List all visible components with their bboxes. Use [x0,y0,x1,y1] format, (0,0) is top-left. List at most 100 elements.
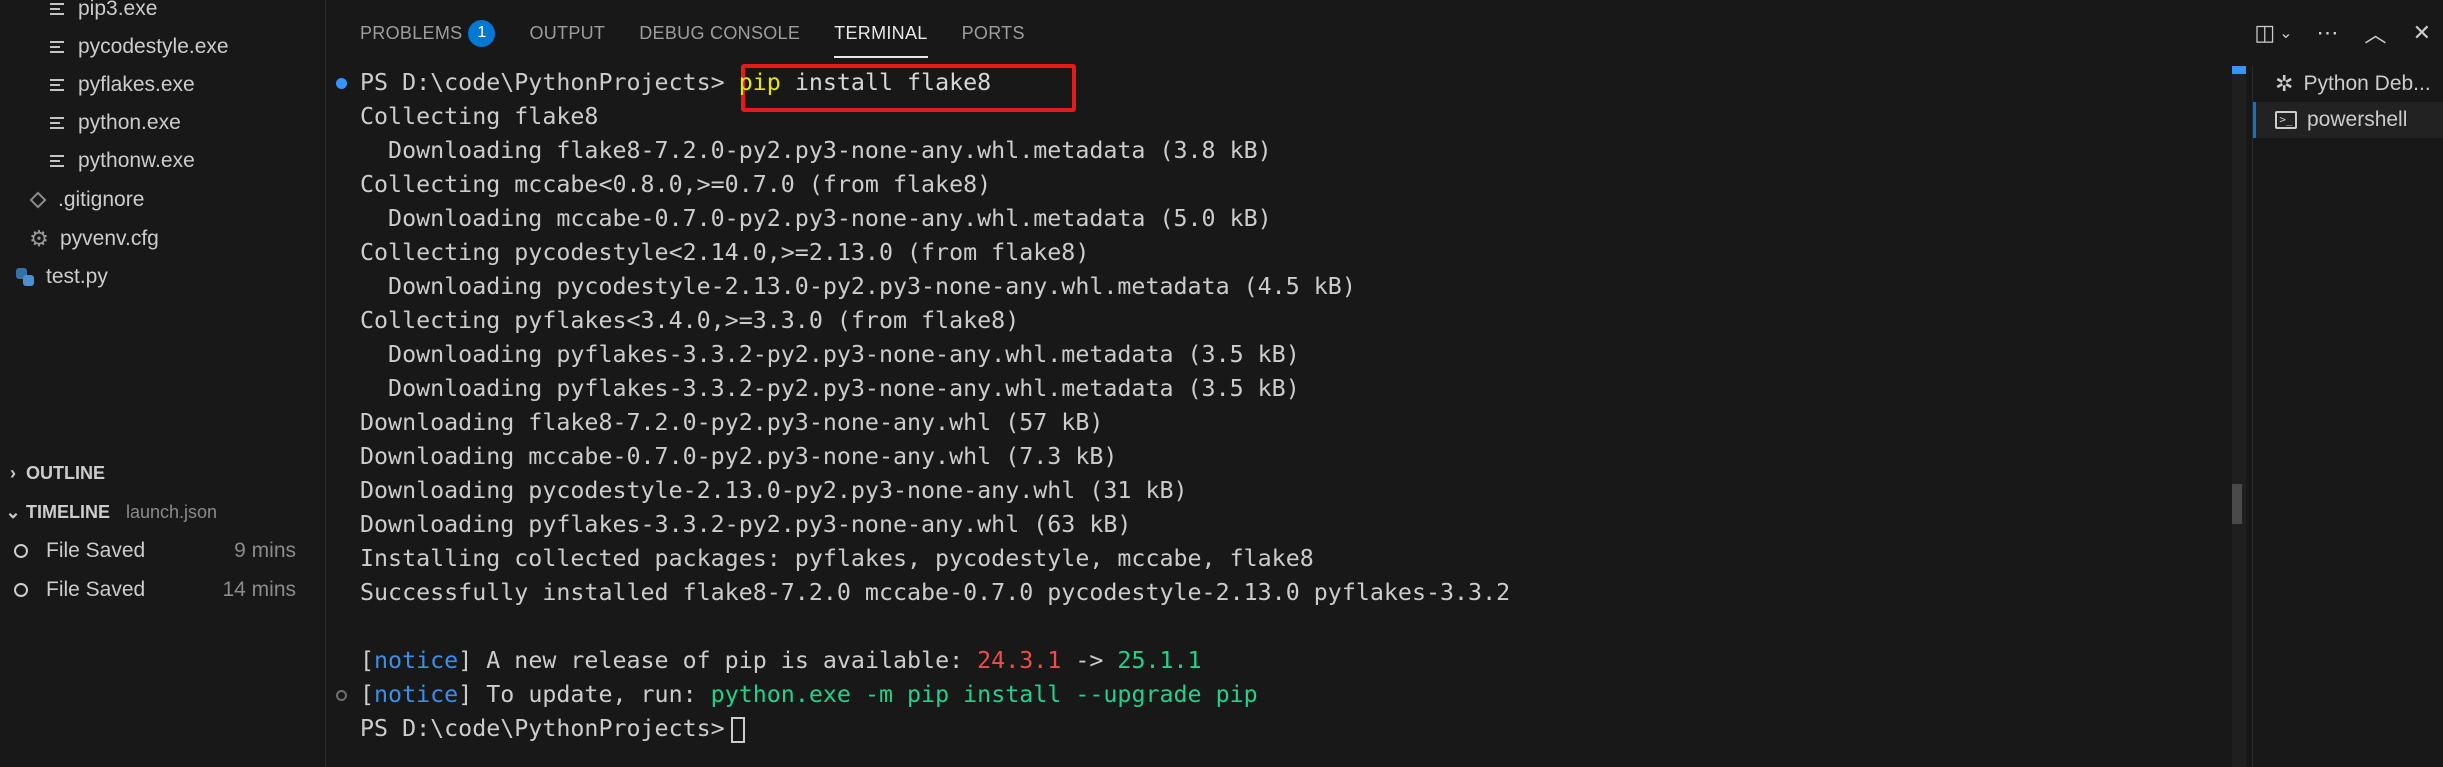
panel-tabs: PROBLEMS 1 OUTPUT DEBUG CONSOLE TERMINAL… [326,0,1025,66]
prompt: PS D:\code\PythonProjects> [360,715,725,742]
notice-line: [notice] To update, run: python.exe -m p… [360,681,1258,708]
file-item[interactable]: .gitignore [29,183,145,217]
file-lines-icon [50,1,64,17]
timeline-label: File Saved [46,539,146,562]
circle-icon [14,544,28,558]
output-line: Installing collected packages: pyflakes,… [360,545,1314,572]
tab-output[interactable]: OUTPUT [529,0,605,66]
terminal-item-label: Python Deb... [2303,72,2431,95]
tab-ports[interactable]: PORTS [962,0,1025,66]
timeline-section-header[interactable]: ⌄ TIMELINE launch.json [0,495,326,529]
file-item[interactable]: pythonw.exe [50,144,195,178]
outline-label: OUTLINE [26,462,105,483]
file-name: pycodestyle.exe [78,35,229,58]
file-name: test.py [46,265,108,288]
output-line: Downloading pycodestyle-2.13.0-py2.py3-n… [360,273,1356,300]
new-version: 25.1.1 [1117,647,1202,674]
tab-terminal[interactable]: TERMINAL [834,0,929,66]
timeline-label: File Saved [46,578,146,601]
file-item[interactable]: pyflakes.exe [50,68,195,102]
problems-badge: 1 [468,19,496,47]
tab-label: DEBUG CONSOLE [639,22,801,43]
split-terminal-icon[interactable]: ◫ [2254,20,2275,46]
output-line: Downloading mccabe-0.7.0-py2.py3-none-an… [360,205,1272,232]
timeline-item[interactable]: File Saved 9 mins [0,533,326,569]
tab-label: OUTPUT [529,22,606,43]
tab-label: PORTS [961,22,1025,43]
timeline-time: 9 mins [234,539,296,562]
final-prompt-line: PS D:\code\PythonProjects> [360,712,745,746]
tab-debug-console[interactable]: DEBUG CONSOLE [639,0,800,66]
file-item[interactable]: ⚙ pyvenv.cfg [28,222,159,256]
file-item[interactable]: python.exe [50,106,181,140]
file-item[interactable]: pip3.exe [50,0,157,26]
tab-label: TERMINAL [834,22,928,43]
file-item[interactable]: pycodestyle.exe [50,30,229,64]
scrollbar-indicator [2232,66,2246,74]
outline-section-header[interactable]: › OUTLINE [0,456,326,490]
terminal-output[interactable]: PS D:\code\PythonProjects> pip install f… [326,64,2246,767]
file-name: pythonw.exe [78,149,195,172]
output-line: Downloading pyflakes-3.3.2-py2.py3-none-… [360,375,1300,402]
terminal-item-python-debug[interactable]: ✲ Python Deb... [2253,66,2443,102]
prompt: PS D:\code\PythonProjects> [360,69,725,96]
timeline-item[interactable]: File Saved 14 mins [0,572,326,608]
gear-icon: ⚙ [29,226,49,251]
chevron-down-icon: ⌄ [5,501,21,522]
file-lines-icon [50,153,64,169]
file-lines-icon [50,77,64,93]
output-line: Collecting mccabe<0.8.0,>=0.7.0 (from fl… [360,171,992,198]
old-version: 24.3.1 [977,647,1062,674]
file-name: pyflakes.exe [78,73,195,96]
explorer-sidebar: pip3.exe pycodestyle.exe pyflakes.exe py… [0,0,326,767]
output-line: Downloading pyflakes-3.3.2-py2.py3-none-… [360,341,1300,368]
terminal-cursor [730,716,745,743]
terminal-scrollbar[interactable] [2232,66,2246,767]
output-line: Downloading pycodestyle-2.13.0-py2.py3-n… [360,477,1188,504]
notice-line: [notice] A new release of pip is availab… [360,647,1202,674]
notice-text: To update, run: [472,681,711,708]
timeline-time: 14 mins [222,578,296,601]
command-success-dot [336,78,347,89]
notice-text: A new release of pip is available: [472,647,978,674]
arrow: -> [1061,647,1118,674]
output-line: Downloading flake8-7.2.0-py2.py3-none-an… [360,409,1104,436]
file-name: pyvenv.cfg [60,227,159,250]
gitignore-icon [29,191,47,209]
chevron-right-icon: › [10,462,16,483]
command-args: install flake8 [780,69,992,96]
maximize-icon[interactable]: ︿ [2365,17,2387,49]
file-name: .gitignore [58,188,145,211]
tab-label: PROBLEMS [360,22,463,43]
notice-tag: notice [374,647,459,674]
output-line: Collecting flake8 [360,103,599,130]
terminal-list: ✲ Python Deb... >_ powershell [2252,66,2443,767]
python-icon [16,268,34,286]
timeline-file: launch.json [126,501,218,522]
file-item[interactable]: test.py [16,260,108,294]
output-line: Successfully installed flake8-7.2.0 mcca… [360,579,1511,606]
upgrade-command: python.exe -m pip install --upgrade pip [710,681,1258,708]
notice-tag: notice [374,681,459,708]
command-pending-dot [336,690,347,701]
terminal-item-powershell[interactable]: >_ powershell [2253,102,2443,138]
file-lines-icon [50,39,64,55]
prompt-line: PS D:\code\PythonProjects> pip install f… [360,66,991,100]
output-line: Downloading mccabe-0.7.0-py2.py3-none-an… [360,443,1118,470]
tab-problems[interactable]: PROBLEMS 1 [360,0,496,66]
output-line: Downloading flake8-7.2.0-py2.py3-none-an… [360,137,1272,164]
file-name: python.exe [78,111,181,134]
file-lines-icon [50,115,64,131]
bug-icon: ✲ [2275,71,2294,96]
timeline-label: TIMELINE [26,501,110,522]
panel-actions: ◫ ⌄ ⋯ ︿ ✕ [2254,0,2443,66]
output-line: Collecting pyflakes<3.4.0,>=3.3.0 (from … [360,307,1020,334]
file-name: pip3.exe [78,0,158,20]
circle-icon [14,583,28,597]
more-icon[interactable]: ⋯ [2317,20,2339,46]
scrollbar-thumb[interactable] [2232,484,2242,524]
terminal-item-label: powershell [2307,108,2408,131]
close-icon[interactable]: ✕ [2413,20,2431,46]
chevron-down-icon[interactable]: ⌄ [2279,23,2292,43]
output-line: Collecting pycodestyle<2.14.0,>=2.13.0 (… [360,239,1090,266]
